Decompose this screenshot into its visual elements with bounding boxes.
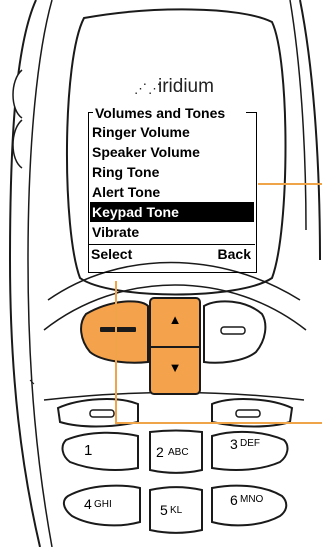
key-2[interactable]: 2 ABC [154,442,202,466]
menu-item-alert-tone[interactable]: Alert Tone [90,182,254,202]
menu-title: Volumes and Tones [94,105,227,121]
menu-item-ring-tone[interactable]: Ring Tone [90,162,254,182]
softkey-select-label[interactable]: Select [91,246,132,262]
menu-item-keypad-tone[interactable]: Keypad Tone [90,202,254,222]
key-1-digit: 1 [84,442,93,459]
key-6-digit: 6 [230,492,238,508]
callout-line-select-vertical-lower [115,342,117,424]
softkey-bar: Select Back [88,244,255,266]
key-4-digit: 4 [84,496,92,512]
brand-name: iridium [158,76,214,97]
menu-header: Volumes and Tones [88,103,256,122]
callout-line-selection [258,183,322,185]
nav-down-icon[interactable]: ▼ [166,360,184,380]
key-3-letters: DEF [240,438,260,449]
softkey-back-label[interactable]: Back [218,246,251,262]
key-5-letters: KL [170,505,183,516]
right-softkey-button[interactable] [204,302,268,362]
nav-up-icon[interactable]: ▲ [166,312,184,332]
key-5-digit: 5 [160,502,168,518]
phone-illustration: ⋰⋰ iridium Volumes and Tones Ringer Volu… [0,0,322,547]
key-2-letters: ABC [168,447,189,458]
menu-item-vibrate[interactable]: Vibrate [90,222,254,242]
key-6[interactable]: 6 MNO [230,492,280,516]
key-2-digit: 2 [156,444,164,460]
key-1[interactable]: 1 [84,442,124,466]
callout-line-navigation [115,422,322,424]
header-rule-right [246,112,256,113]
key-3[interactable]: 3 DEF [230,436,280,460]
menu-item-speaker-volume[interactable]: Speaker Volume [90,142,254,162]
brand: ⋰⋰ iridium [134,76,234,100]
phone-screen: ⋰⋰ iridium Volumes and Tones Ringer Volu… [86,76,258,273]
key-6-letters: MNO [240,494,264,505]
key-3-digit: 3 [230,436,238,452]
key-4[interactable]: 4 GHI [84,496,134,520]
key-5[interactable]: 5 KL [160,502,200,526]
key-4-letters: GHI [94,499,112,510]
menu-item-ringer-volume[interactable]: Ringer Volume [90,122,254,142]
callout-line-select-vertical-upper [115,281,117,342]
header-rule-left [88,112,93,113]
